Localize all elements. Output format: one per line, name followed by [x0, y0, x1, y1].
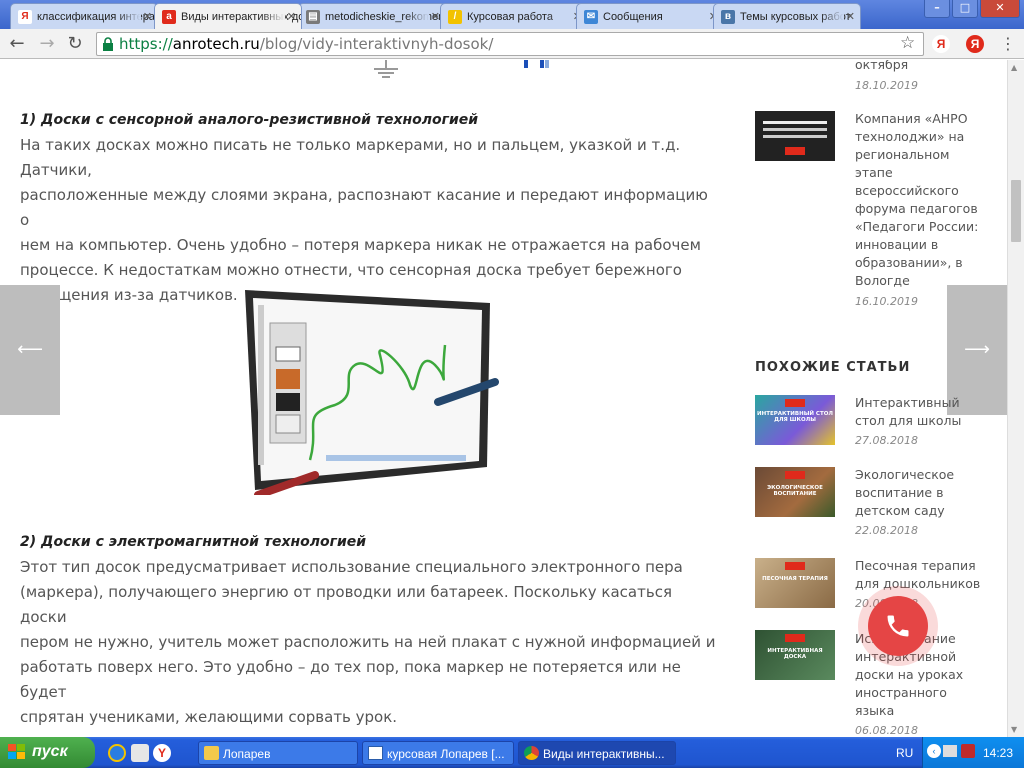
- pencil-icon: /: [448, 10, 462, 24]
- news-item-date: 16.10.2019: [855, 295, 918, 308]
- tab-metodicheskie[interactable]: ▤ metodicheskie_rekomendacii ✕: [298, 3, 446, 29]
- similar-article-title[interactable]: Интерактивный стол для школы: [855, 394, 990, 430]
- yandex-icon: Я: [18, 10, 32, 24]
- expand-tray-icon[interactable]: ‹: [927, 744, 941, 758]
- paragraph-2: Этот тип досок предусматривает использов…: [20, 558, 716, 726]
- lock-icon: [103, 37, 113, 51]
- close-tab-icon[interactable]: ✕: [287, 10, 296, 23]
- tab-yandex-search[interactable]: Я классификация интерактивных ✕: [10, 3, 158, 29]
- chrome-icon: [524, 746, 539, 760]
- message-icon: ✉: [584, 10, 598, 24]
- maximize-button[interactable]: □: [952, 0, 978, 18]
- yandex-browser-icon[interactable]: Y: [153, 744, 171, 762]
- close-tab-icon[interactable]: ✕: [431, 10, 440, 23]
- close-tab-icon[interactable]: ✕: [846, 10, 855, 23]
- news-item-title[interactable]: октября: [855, 60, 990, 74]
- similar-articles-heading: ПОХОЖИЕ СТАТЬИ: [755, 360, 911, 375]
- folder-icon: [204, 746, 219, 760]
- windows-taskbar: пуск Y Лопарев курсовая Лопарев [... Вид…: [0, 737, 1024, 768]
- figure-fragment: [540, 60, 544, 68]
- prev-post-button[interactable]: ⟵: [0, 285, 60, 415]
- close-tab-icon[interactable]: ✕: [143, 10, 152, 23]
- system-tray: ‹ 14:23: [922, 737, 1024, 768]
- tab-kursovaya[interactable]: / Курсовая работа ✕: [440, 3, 588, 29]
- internet-explorer-icon[interactable]: [108, 744, 126, 762]
- scroll-up-arrow-icon[interactable]: ▲: [1011, 63, 1017, 72]
- web-page: 1) Доски с сенсорной аналого-резистивной…: [0, 60, 1007, 737]
- ground-symbol-figure: [374, 60, 398, 78]
- show-desktop-icon[interactable]: [131, 744, 149, 762]
- word-document-icon: [368, 746, 383, 760]
- language-indicator[interactable]: RU: [896, 746, 913, 760]
- start-button[interactable]: пуск: [0, 737, 95, 768]
- section-heading-1: 1) Доски с сенсорной аналого-резистивной…: [20, 112, 479, 128]
- figure-fragment: [524, 60, 528, 68]
- scrollbar-thumb[interactable]: [1011, 180, 1021, 242]
- back-button[interactable]: ←: [6, 33, 28, 55]
- news-thumbnail[interactable]: [755, 111, 835, 161]
- interactive-board-image: [245, 290, 499, 495]
- similar-article-thumbnail[interactable]: ПЕСОЧНАЯ ТЕРАПИЯ: [755, 558, 835, 608]
- news-item-date: 18.10.2019: [855, 79, 918, 92]
- similar-article-thumbnail[interactable]: ЭКОЛОГИЧЕСКОЕ ВОСПИТАНИЕ: [755, 467, 835, 517]
- tab-strip: Я классификация интерактивных ✕ a Виды и…: [0, 0, 1024, 29]
- browser-menu-icon[interactable]: ⋮: [1000, 35, 1016, 53]
- section-heading-2: 2) Доски с электромагнитной технологией: [20, 534, 367, 550]
- similar-article-title[interactable]: Песочная терапия для дошкольников: [855, 557, 990, 593]
- yandex-extension-icon[interactable]: Я: [932, 35, 950, 53]
- vk-icon: в: [721, 10, 735, 24]
- paragraph-1: На таких досках можно писать не только м…: [20, 136, 708, 304]
- clock[interactable]: 14:23: [983, 746, 1013, 760]
- forward-button[interactable]: →: [36, 33, 58, 55]
- url-scheme: https://: [119, 35, 173, 53]
- news-item-title[interactable]: Компания «АНРО технолоджи» на региональном…: [855, 110, 990, 290]
- similar-article-thumbnail[interactable]: ИНТЕРАКТИВНАЯ ДОСКА: [755, 630, 835, 680]
- reload-button[interactable]: ↻: [64, 33, 86, 55]
- anro-icon: a: [162, 10, 176, 24]
- network-icon[interactable]: [943, 745, 957, 757]
- taskbar-folder-loparev[interactable]: Лопарев: [198, 741, 358, 765]
- phone-icon: [887, 615, 909, 637]
- callback-phone-button[interactable]: [868, 596, 928, 656]
- tab-vk[interactable]: в Темы курсовых работ ✕: [713, 3, 861, 29]
- tab-label: Сообщения: [603, 11, 663, 23]
- windows-logo-icon: [8, 744, 25, 759]
- document-icon: ▤: [306, 10, 320, 24]
- similar-article-title[interactable]: Экологическое воспитание в детском саду: [855, 466, 990, 520]
- similar-article-date: 22.08.2018: [855, 524, 918, 537]
- bookmark-star-icon[interactable]: ☆: [900, 33, 915, 53]
- tab-label: Курсовая работа: [467, 11, 553, 23]
- scroll-down-arrow-icon[interactable]: ▼: [1011, 725, 1017, 734]
- taskbar-chrome-window[interactable]: Виды интерактивны...: [518, 741, 676, 765]
- similar-article-date: 27.08.2018: [855, 434, 918, 447]
- similar-article-date: 06.08.2018: [855, 724, 918, 737]
- figure-fragment: [545, 60, 549, 68]
- yandex-extension-icon-2[interactable]: Я: [966, 35, 984, 53]
- url-path: /blog/vidy-interaktivnyh-dosok/: [259, 35, 494, 53]
- antivirus-shield-icon[interactable]: [961, 744, 975, 758]
- close-window-button[interactable]: ✕: [980, 0, 1020, 18]
- page-scrollbar[interactable]: ▲ ▼: [1007, 60, 1024, 737]
- url-host: anrotech.ru: [172, 35, 260, 53]
- browser-toolbar: ← → ↻ https://anrotech.ru/blog/vidy-inte…: [0, 29, 1024, 59]
- similar-article-thumbnail[interactable]: ИНТЕРАКТИВНЫЙ СТОЛ ДЛЯ ШКОЛЫ: [755, 395, 835, 445]
- address-bar[interactable]: https://anrotech.ru/blog/vidy-interaktiv…: [96, 32, 924, 56]
- tab-messages[interactable]: ✉ Сообщения ✕: [576, 3, 724, 29]
- minimize-button[interactable]: –: [924, 0, 950, 18]
- taskbar-word-document[interactable]: курсовая Лопарев [...: [362, 741, 514, 765]
- tab-anrotech[interactable]: a Виды интерактивных досок ✕: [154, 3, 302, 29]
